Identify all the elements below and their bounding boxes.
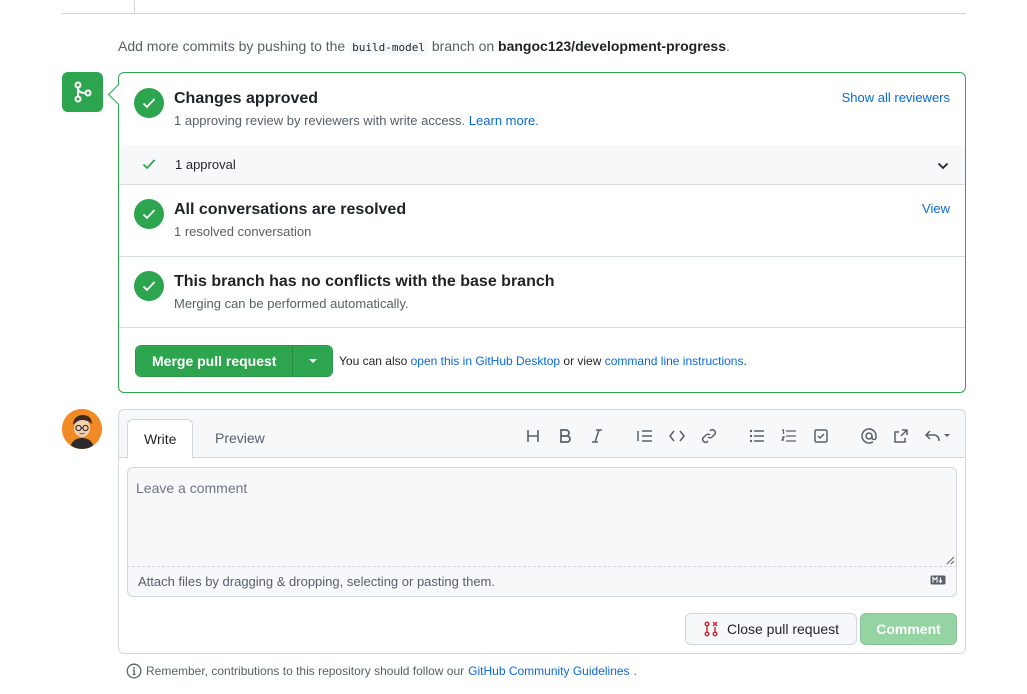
- italic-icon[interactable]: [587, 427, 607, 445]
- conflicts-section: This branch has no conflicts with the ba…: [119, 257, 965, 328]
- approved-subtitle: 1 approving review by reviewers with wri…: [174, 113, 539, 128]
- command-line-instructions-link[interactable]: command line instructions: [605, 354, 744, 368]
- approved-sub-text: 1 approving review by reviewers with wri…: [174, 113, 466, 128]
- markdown-icon[interactable]: [930, 575, 946, 585]
- remember-period: .: [633, 664, 637, 678]
- saved-replies-icon[interactable]: [923, 427, 953, 445]
- comment-textarea[interactable]: Leave a comment: [127, 467, 957, 567]
- conversations-title: All conversations are resolved: [174, 201, 407, 218]
- attach-files-area[interactable]: Attach files by dragging & dropping, sel…: [127, 567, 957, 597]
- remember-note: Remember, contributions to this reposito…: [126, 663, 637, 679]
- quote-icon[interactable]: [635, 427, 655, 445]
- bold-icon[interactable]: [555, 427, 575, 445]
- heading-icon[interactable]: [523, 427, 543, 445]
- timeline-connector: [134, 0, 135, 13]
- comment-submit-button[interactable]: Comment: [860, 613, 957, 645]
- view-conversations-link[interactable]: View: [922, 201, 950, 216]
- info-icon: [126, 663, 142, 679]
- link-icon[interactable]: [699, 427, 719, 445]
- check-circle-icon: [134, 271, 164, 301]
- hint-prefix: Add more commits by pushing to the: [118, 38, 346, 54]
- pull-request-closed-icon: [704, 621, 718, 637]
- chevron-down-icon[interactable]: [937, 158, 949, 174]
- merge-box: Changes approved 1 approving review by r…: [118, 72, 966, 393]
- close-pull-request-button[interactable]: Close pull request: [685, 613, 857, 645]
- community-guidelines-link[interactable]: GitHub Community Guidelines: [468, 664, 629, 678]
- approval-toggle-row[interactable]: 1 approval: [119, 145, 965, 185]
- open-github-desktop-link[interactable]: open this in GitHub Desktop: [411, 354, 560, 368]
- tab-preview[interactable]: Preview: [199, 419, 281, 459]
- also-prefix: You can also: [339, 354, 408, 368]
- conflicts-subtitle: Merging can be performed automatically.: [174, 296, 409, 311]
- check-icon: [142, 157, 156, 173]
- comment-placeholder: Leave a comment: [136, 480, 248, 496]
- approval-count: 1 approval: [175, 157, 236, 172]
- mention-icon[interactable]: [859, 427, 879, 445]
- conflicts-title: This branch has no conflicts with the ba…: [174, 273, 555, 290]
- conversations-section: All conversations are resolved 1 resolve…: [119, 185, 965, 257]
- comment-toolbar: Write Preview: [119, 410, 965, 459]
- hint-suffix: .: [726, 38, 730, 54]
- tab-write[interactable]: Write: [127, 419, 194, 459]
- caret-down-icon: [308, 359, 317, 363]
- period-text: .: [743, 354, 747, 368]
- learn-more-link[interactable]: Learn more.: [469, 113, 539, 128]
- user-avatar[interactable]: [62, 409, 102, 449]
- merge-alternatives-text: You can also open this in GitHub Desktop…: [339, 354, 747, 368]
- check-circle-icon: [134, 199, 164, 229]
- conversations-subtitle: 1 resolved conversation: [174, 224, 312, 239]
- ordered-list-icon[interactable]: [779, 427, 799, 445]
- show-all-reviewers-link[interactable]: Show all reviewers: [842, 90, 950, 105]
- git-merge-icon: [62, 72, 103, 112]
- repo-name: bangoc123/development-progress: [498, 38, 726, 54]
- check-circle-icon: [134, 88, 164, 118]
- remember-text: Remember, contributions to this reposito…: [146, 664, 465, 678]
- or-view-text: or view: [563, 354, 602, 368]
- code-icon[interactable]: [667, 427, 687, 445]
- comment-box: Write Preview Leave a comment Attach fil…: [118, 409, 966, 654]
- attach-files-text: Attach files by dragging & dropping, sel…: [138, 574, 495, 589]
- merge-options-dropdown[interactable]: [292, 346, 333, 376]
- close-pull-request-label: Close pull request: [726, 621, 840, 637]
- approved-section: Changes approved 1 approving review by r…: [119, 73, 965, 145]
- approved-title: Changes approved: [174, 90, 319, 107]
- hint-middle: branch on: [431, 38, 495, 54]
- push-hint: Add more commits by pushing to the build…: [118, 38, 730, 55]
- unordered-list-icon[interactable]: [747, 427, 767, 445]
- branch-name: build-model: [349, 40, 428, 55]
- merge-pull-request-button[interactable]: Merge pull request: [136, 346, 293, 376]
- task-list-icon[interactable]: [811, 427, 831, 445]
- cross-reference-icon[interactable]: [891, 427, 911, 445]
- timeline-divider: [62, 13, 966, 14]
- resize-handle-icon[interactable]: [946, 556, 955, 565]
- merge-button-group: Merge pull request: [135, 345, 334, 377]
